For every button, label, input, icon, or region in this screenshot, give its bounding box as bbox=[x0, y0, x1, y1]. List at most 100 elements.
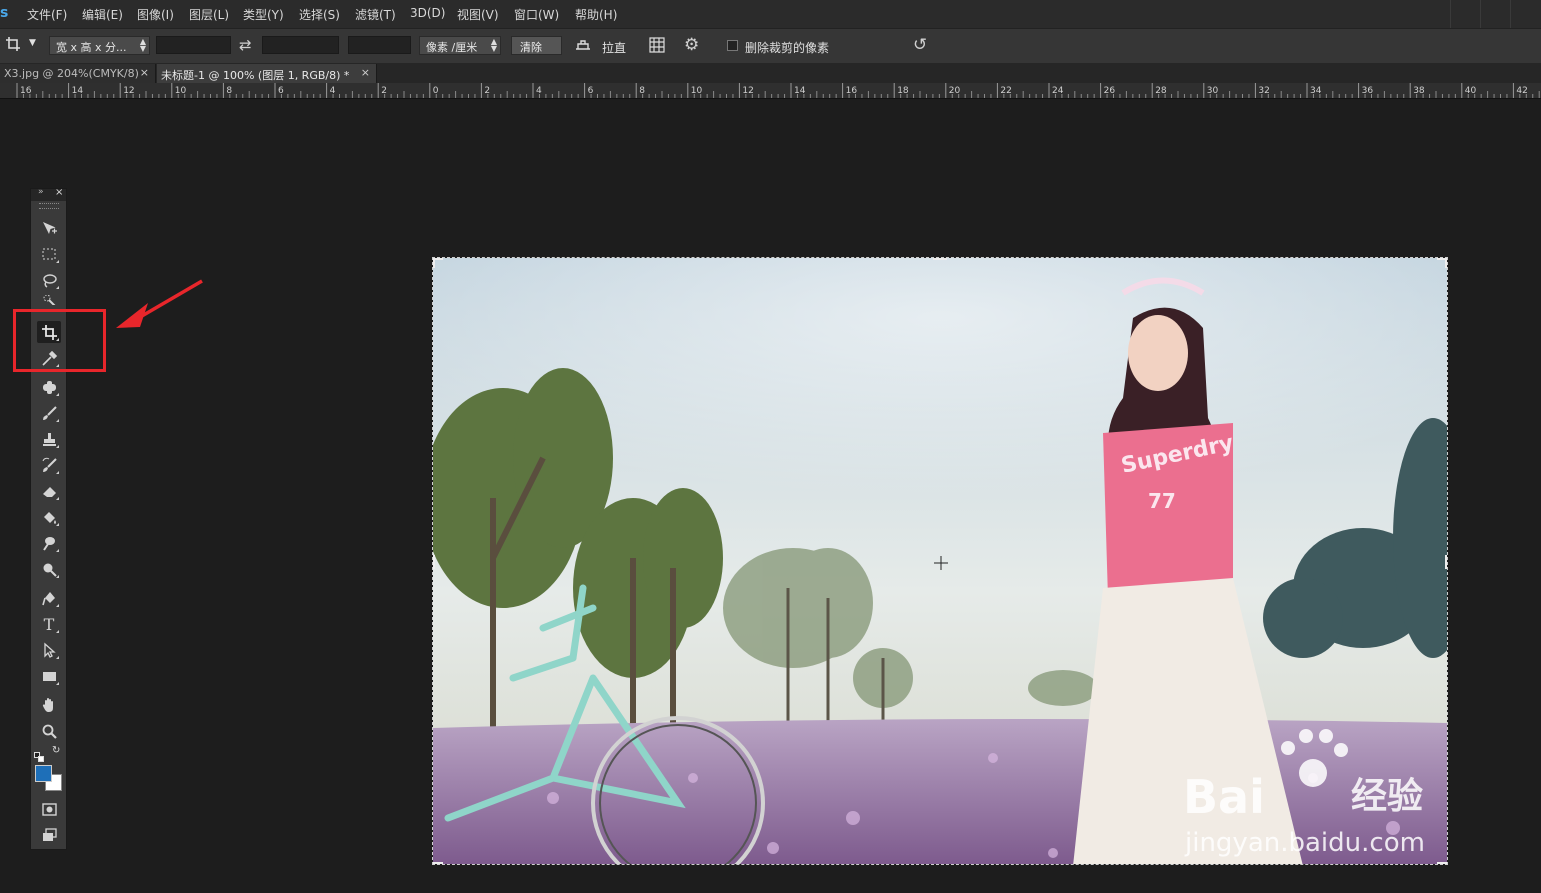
close-icon[interactable]: × bbox=[55, 187, 63, 198]
menu-file[interactable]: 文件(F) bbox=[27, 6, 67, 23]
height-input[interactable] bbox=[262, 36, 339, 54]
menu-layer[interactable]: 图层(L) bbox=[189, 6, 229, 23]
ruler-label: 12 bbox=[742, 86, 753, 96]
tab-label: X3.jpg @ 204%(CMYK/8) bbox=[4, 67, 139, 80]
ruler-label: 28 bbox=[1155, 86, 1167, 96]
panel-header[interactable]: » × bbox=[31, 187, 66, 201]
delete-cropped-label[interactable]: 删除裁剪的像素 bbox=[745, 39, 829, 56]
type-tool-icon[interactable]: T bbox=[37, 613, 61, 635]
eraser-tool-icon[interactable] bbox=[37, 480, 61, 502]
select-arrows-icon: ▲ ▼ bbox=[139, 37, 146, 53]
tab-untitled-1[interactable]: 未标题-1 @ 100% (图层 1, RGB/8) * × bbox=[157, 64, 377, 83]
ruler-label: 12 bbox=[123, 86, 134, 96]
delete-cropped-checkbox[interactable] bbox=[727, 40, 738, 51]
tab-x3-jpg[interactable]: X3.jpg @ 204%(CMYK/8) × bbox=[0, 64, 156, 83]
clone-stamp-tool-icon[interactable] bbox=[37, 428, 61, 450]
crop-handle-bottom-left[interactable] bbox=[433, 862, 443, 864]
lasso-tool-icon[interactable] bbox=[37, 269, 61, 291]
foreground-color-swatch[interactable] bbox=[35, 765, 52, 782]
screen-mode-icon[interactable] bbox=[37, 824, 61, 846]
ruler-label: 2 bbox=[484, 86, 490, 96]
ruler-label: 4 bbox=[330, 86, 336, 96]
healing-brush-tool-icon[interactable] bbox=[37, 376, 61, 398]
ruler-label: 0 bbox=[433, 86, 439, 96]
rectangle-tool-icon[interactable] bbox=[37, 665, 61, 687]
quick-mask-icon[interactable] bbox=[37, 798, 61, 820]
ruler-label: 6 bbox=[278, 86, 284, 96]
app-logo[interactable]: s bbox=[0, 5, 8, 21]
unit-select[interactable]: 像素 /厘米 ▲ ▼ bbox=[419, 36, 501, 55]
panel-grip[interactable] bbox=[39, 203, 59, 209]
menu-image[interactable]: 图像(I) bbox=[137, 6, 174, 23]
swap-colors-icon[interactable]: ↻ bbox=[52, 745, 60, 756]
options-bar: ▼ 宽 x 高 x 分... ▲ ▼ ⇄ 像素 /厘米 ▲ ▼ 清除 拉直 ⚙ 删除… bbox=[0, 28, 1541, 64]
ratio-select[interactable]: 宽 x 高 x 分... ▲ ▼ bbox=[49, 36, 150, 55]
ruler-label: 38 bbox=[1413, 86, 1425, 96]
swap-icon[interactable]: ⇄ bbox=[239, 36, 252, 54]
preset-chevron-down-icon[interactable]: ▼ bbox=[29, 38, 36, 48]
ruler-label: 16 bbox=[846, 86, 858, 96]
reset-icon[interactable]: ↺ bbox=[913, 35, 927, 55]
ruler-label: 4 bbox=[536, 86, 542, 96]
move-tool-icon[interactable] bbox=[37, 217, 61, 239]
menu-edit[interactable]: 编辑(E) bbox=[82, 6, 123, 23]
width-input[interactable] bbox=[156, 36, 231, 54]
ruler-label: 8 bbox=[226, 86, 232, 96]
menu-filter[interactable]: 滤镜(T) bbox=[355, 6, 396, 23]
straighten-label[interactable]: 拉直 bbox=[602, 39, 626, 56]
pen-tool-icon[interactable] bbox=[37, 587, 61, 609]
menu-select[interactable]: 选择(S) bbox=[299, 6, 340, 23]
ruler-label: 34 bbox=[1310, 86, 1322, 96]
ruler-label: 22 bbox=[1000, 86, 1011, 96]
minimize-button[interactable] bbox=[1450, 0, 1481, 28]
menu-bar: s 文件(F) 编辑(E) 图像(I) 图层(L) 类型(Y) 选择(S) 滤镜… bbox=[0, 0, 1541, 28]
crop-handle-top-right-v bbox=[1445, 258, 1447, 268]
ruler-label: 26 bbox=[1104, 86, 1116, 96]
watermark-url: jingyan.baidu.com bbox=[1184, 828, 1425, 858]
collapse-icon[interactable]: » bbox=[38, 187, 44, 197]
watermark-brand: Bai bbox=[1183, 770, 1265, 824]
hand-tool-icon[interactable] bbox=[37, 694, 61, 716]
grid-overlay-icon[interactable] bbox=[649, 37, 665, 57]
close-icon[interactable]: × bbox=[361, 66, 370, 79]
history-brush-tool-icon[interactable] bbox=[37, 454, 61, 476]
zoom-tool-icon[interactable] bbox=[37, 720, 61, 742]
crop-tool-highlight-box bbox=[13, 309, 106, 372]
close-icon[interactable]: × bbox=[140, 66, 149, 79]
brush-tool-icon[interactable] bbox=[37, 402, 61, 424]
maximize-button[interactable] bbox=[1480, 0, 1511, 28]
dodge-tool-icon[interactable] bbox=[37, 558, 61, 580]
menu-window[interactable]: 窗口(W) bbox=[514, 6, 559, 23]
crop-handle-top-middle[interactable] bbox=[933, 258, 947, 260]
menu-help[interactable]: 帮助(H) bbox=[575, 6, 617, 23]
select-arrows-icon: ▲ ▼ bbox=[490, 37, 497, 53]
clear-button[interactable]: 清除 bbox=[511, 36, 562, 55]
crop-handle-left-middle[interactable] bbox=[433, 555, 435, 569]
ruler-label: 36 bbox=[1362, 86, 1374, 96]
marquee-tool-icon[interactable] bbox=[37, 243, 61, 265]
annotation-arrow-icon bbox=[116, 279, 203, 328]
ruler-label: 30 bbox=[1207, 86, 1219, 96]
ruler-label: 24 bbox=[1052, 86, 1064, 96]
unit-select-value: 像素 /厘米 bbox=[426, 41, 478, 54]
crop-preset-icon[interactable] bbox=[5, 36, 21, 56]
document-canvas[interactable]: Superdry 77 Bai 经验 jingyan.baidu.com bbox=[432, 257, 1448, 865]
menu-type[interactable]: 类型(Y) bbox=[243, 6, 284, 23]
paint-bucket-tool-icon[interactable] bbox=[37, 506, 61, 528]
ruler-label: 32 bbox=[1258, 86, 1269, 96]
close-window-button[interactable] bbox=[1510, 0, 1541, 28]
resolution-input[interactable] bbox=[348, 36, 411, 54]
menu-view[interactable]: 视图(V) bbox=[457, 6, 499, 23]
crop-handle-bottom-right[interactable] bbox=[1437, 862, 1447, 864]
ruler-label: 10 bbox=[175, 86, 187, 96]
photo-girl-bicycle-flower-field-icon: Superdry 77 Bai 经验 jingyan.baidu.com bbox=[433, 258, 1447, 864]
default-colors-icon[interactable] bbox=[34, 747, 44, 762]
watermark-brand-suffix: 经验 bbox=[1351, 776, 1423, 817]
menu-3d[interactable]: 3D(D) bbox=[410, 6, 445, 20]
gear-icon[interactable]: ⚙ bbox=[684, 35, 699, 55]
crop-handle-right-middle[interactable] bbox=[1445, 555, 1447, 569]
path-select-tool-icon[interactable] bbox=[37, 639, 61, 661]
quick-select-tool-icon[interactable] bbox=[37, 295, 61, 305]
straighten-icon[interactable] bbox=[574, 37, 592, 57]
blur-tool-icon[interactable] bbox=[37, 532, 61, 554]
